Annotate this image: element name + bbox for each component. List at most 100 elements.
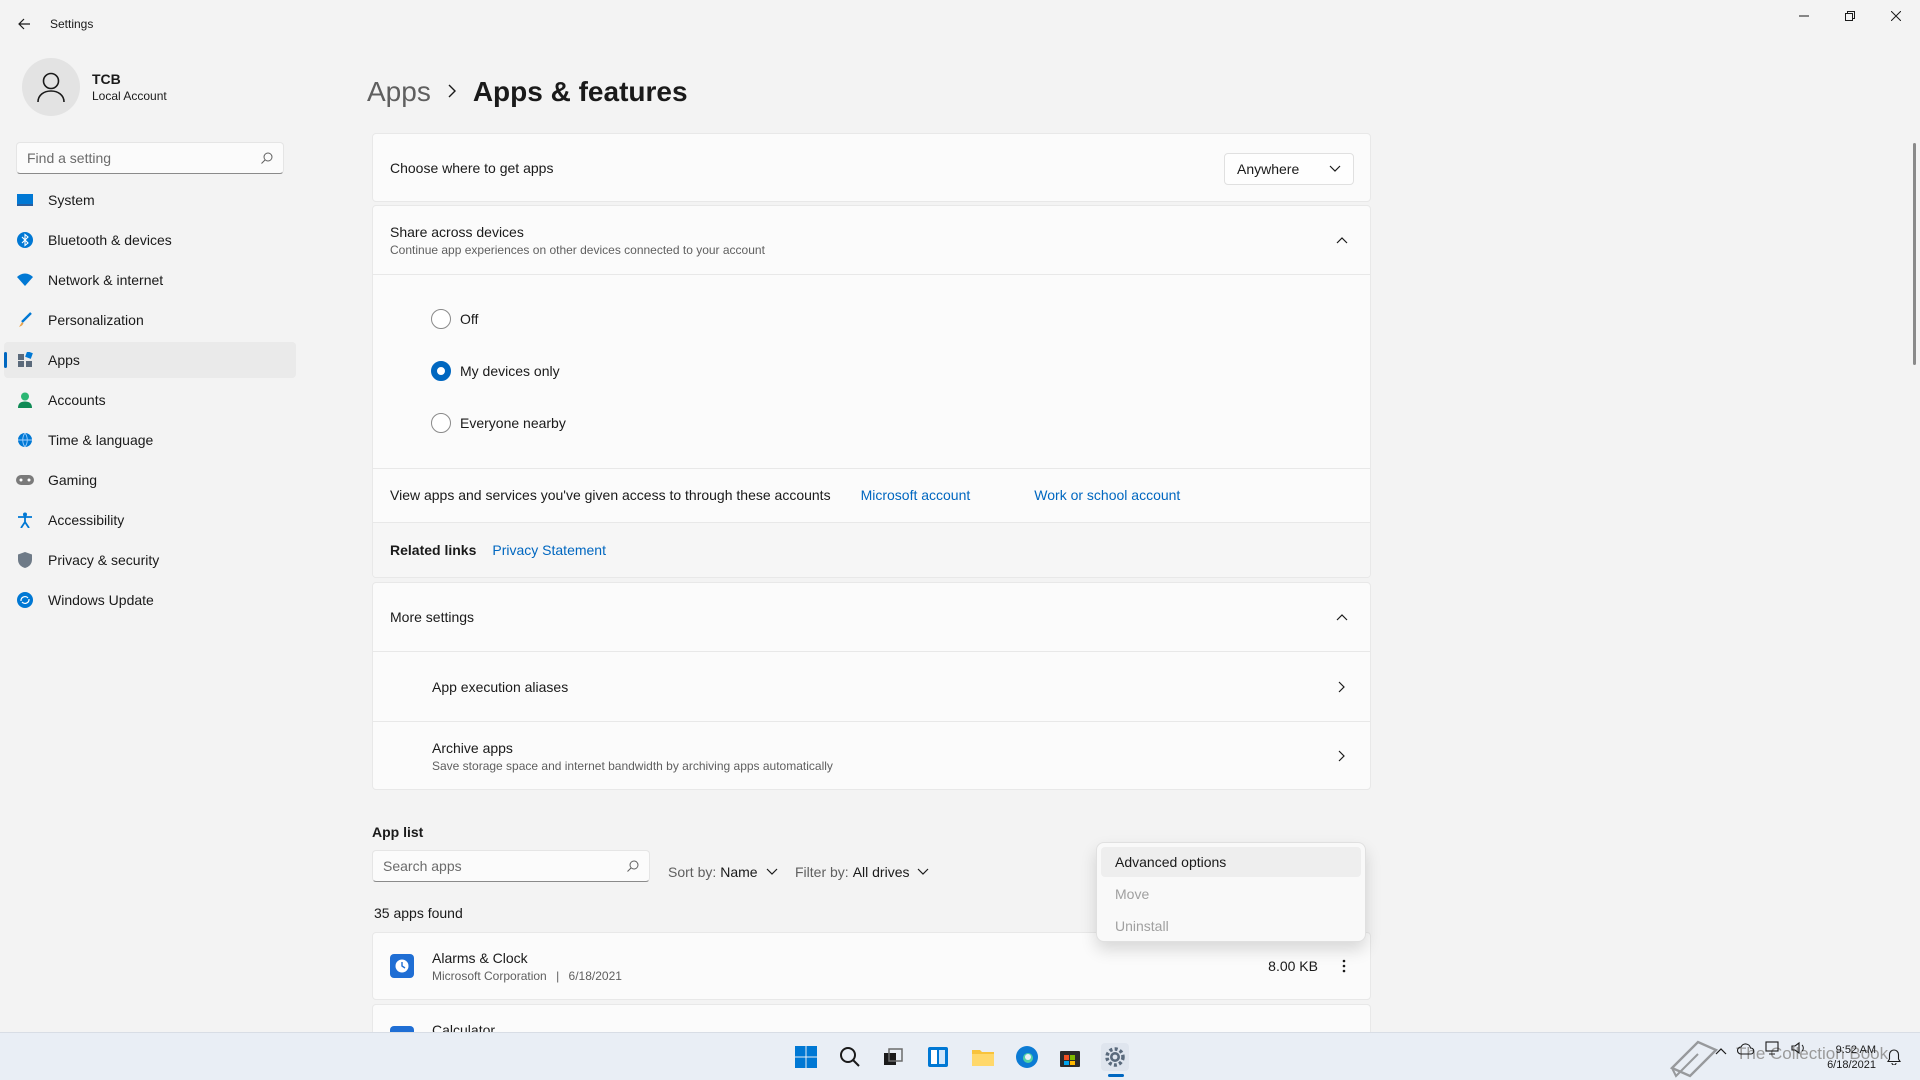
store-icon[interactable] — [1056, 1043, 1084, 1071]
share-devices-card: Share across devices Continue app experi… — [372, 205, 1371, 578]
chevron-up-icon[interactable] — [1334, 232, 1350, 248]
more-options-icon[interactable] — [1336, 958, 1352, 974]
taskbar-clock[interactable]: 9:52 AM 6/18/2021 — [1800, 1043, 1876, 1073]
sidebar-item-label: Time & language — [48, 432, 154, 448]
profile-name: TCB — [92, 71, 121, 87]
choose-apps-label: Choose where to get apps — [390, 159, 554, 176]
microsoft-account-link[interactable]: Microsoft account — [861, 487, 971, 503]
radio-off[interactable]: Off — [431, 309, 478, 329]
apps-icon — [16, 351, 34, 369]
bluetooth-icon — [16, 231, 34, 249]
sidebar-item-privacy[interactable]: Privacy & security — [4, 542, 296, 578]
app-row[interactable]: Alarms & Clock Microsoft Corporation | 6… — [372, 932, 1371, 1000]
start-icon[interactable] — [792, 1043, 820, 1071]
breadcrumb-parent-link[interactable]: Apps — [367, 76, 431, 108]
cloud-icon[interactable] — [1736, 1042, 1755, 1058]
sidebar-item-accessibility[interactable]: Accessibility — [4, 502, 296, 538]
radio-circle[interactable] — [431, 413, 451, 433]
restore-icon — [1845, 11, 1855, 21]
sidebar-item-system[interactable]: System — [4, 182, 296, 218]
find-setting-box[interactable] — [16, 142, 284, 174]
update-icon — [16, 591, 34, 609]
filter-dropdown[interactable]: Filter by: All drives — [795, 864, 929, 880]
accounts-access-text: View apps and services you've given acce… — [390, 487, 831, 503]
network-icon[interactable] — [1765, 1041, 1781, 1058]
gamepad-icon — [16, 471, 34, 489]
privacy-statement-link[interactable]: Privacy Statement — [492, 542, 606, 558]
menu-item-advanced-options[interactable]: Advanced options — [1101, 847, 1361, 877]
sidebar-item-windows-update[interactable]: Windows Update — [4, 582, 296, 618]
share-devices-title: Share across devices — [390, 223, 524, 240]
share-devices-header[interactable]: Share across devices Continue app experi… — [373, 206, 1370, 274]
globe-icon — [16, 431, 34, 449]
chevron-up-icon[interactable] — [1715, 1042, 1727, 1058]
radio-circle[interactable] — [431, 309, 451, 329]
related-links-label: Related links — [390, 542, 477, 558]
sidebar-item-label: Bluetooth & devices — [48, 232, 172, 248]
sidebar-item-label: Network & internet — [48, 272, 164, 288]
sidebar-item-label: Apps — [48, 352, 80, 368]
choose-apps-card: Choose where to get apps Anywhere — [372, 133, 1371, 202]
archive-apps-subtitle: Save storage space and internet bandwidt… — [432, 758, 833, 773]
settings-app-icon[interactable] — [1101, 1043, 1129, 1071]
back-button[interactable] — [12, 12, 36, 36]
restore-button[interactable] — [1827, 0, 1873, 32]
notification-icon[interactable] — [1880, 1043, 1908, 1071]
person-icon — [16, 391, 34, 409]
app-name: Calculator — [432, 1022, 496, 1032]
scrollbar-thumb[interactable] — [1913, 143, 1916, 365]
minimize-button[interactable] — [1781, 0, 1827, 32]
search-icon[interactable] — [836, 1043, 864, 1071]
archive-apps-row[interactable]: Archive apps Save storage space and inte… — [373, 722, 1370, 790]
close-button[interactable] — [1873, 0, 1919, 32]
user-profile[interactable]: TCB Local Account — [22, 58, 167, 116]
back-arrow-icon — [18, 18, 30, 30]
chevron-right-icon — [1334, 748, 1350, 764]
app-list-title: App list — [372, 824, 424, 840]
search-apps-input[interactable] — [383, 858, 627, 874]
sidebar-item-label: Privacy & security — [48, 552, 160, 568]
edge-browser-icon[interactable] — [1013, 1043, 1041, 1071]
wifi-icon — [16, 271, 34, 289]
sort-dropdown[interactable]: Sort by: Name — [668, 864, 778, 880]
separator: | — [556, 968, 560, 983]
work-school-account-link[interactable]: Work or school account — [1034, 487, 1180, 503]
page-title: Apps & features — [472, 76, 688, 107]
title-bar: Settings — [0, 0, 1920, 48]
radio-my-devices-only[interactable]: My devices only — [431, 361, 560, 381]
app-publisher: Microsoft Corporation — [432, 968, 547, 983]
radio-circle-checked[interactable] — [431, 361, 451, 381]
sidebar-item-apps[interactable]: Apps — [4, 342, 296, 378]
sidebar-item-label: System — [48, 192, 95, 208]
sidebar-item-time-language[interactable]: Time & language — [4, 422, 296, 458]
profile-account-type: Local Account — [92, 89, 167, 103]
search-apps-box[interactable] — [372, 850, 650, 882]
avatar — [22, 58, 80, 116]
window-title: Settings — [50, 17, 94, 31]
sidebar-item-bluetooth[interactable]: Bluetooth & devices — [4, 222, 296, 258]
chevron-up-icon[interactable] — [1334, 609, 1350, 625]
shield-icon — [16, 551, 34, 569]
minimize-icon — [1799, 15, 1809, 17]
chevron-down-icon — [766, 868, 778, 875]
file-explorer-icon[interactable] — [969, 1043, 997, 1071]
sidebar-item-gaming[interactable]: Gaming — [4, 462, 296, 498]
task-view-icon[interactable] — [879, 1043, 907, 1071]
sidebar-nav: System Bluetooth & devices Network & int… — [4, 182, 296, 622]
app-execution-aliases-row[interactable]: App execution aliases — [373, 652, 1370, 721]
sidebar-item-accounts[interactable]: Accounts — [4, 382, 296, 418]
widgets-icon[interactable] — [924, 1043, 952, 1071]
taskbar — [0, 1032, 1920, 1080]
clock-time: 9:52 AM — [1835, 1044, 1876, 1056]
sidebar-item-label: Accessibility — [48, 512, 125, 528]
more-settings-header[interactable]: More settings — [373, 583, 1370, 651]
sidebar-item-network[interactable]: Network & internet — [4, 262, 296, 298]
radio-label: Off — [460, 311, 479, 327]
search-icon — [261, 152, 273, 164]
sidebar-item-personalization[interactable]: Personalization — [4, 302, 296, 338]
radio-everyone-nearby[interactable]: Everyone nearby — [431, 413, 566, 433]
system-tray — [1715, 1041, 1807, 1058]
find-setting-input[interactable] — [27, 150, 261, 166]
app-source-dropdown[interactable]: Anywhere — [1224, 153, 1354, 185]
app-row[interactable]: Calculator — [372, 1004, 1371, 1032]
